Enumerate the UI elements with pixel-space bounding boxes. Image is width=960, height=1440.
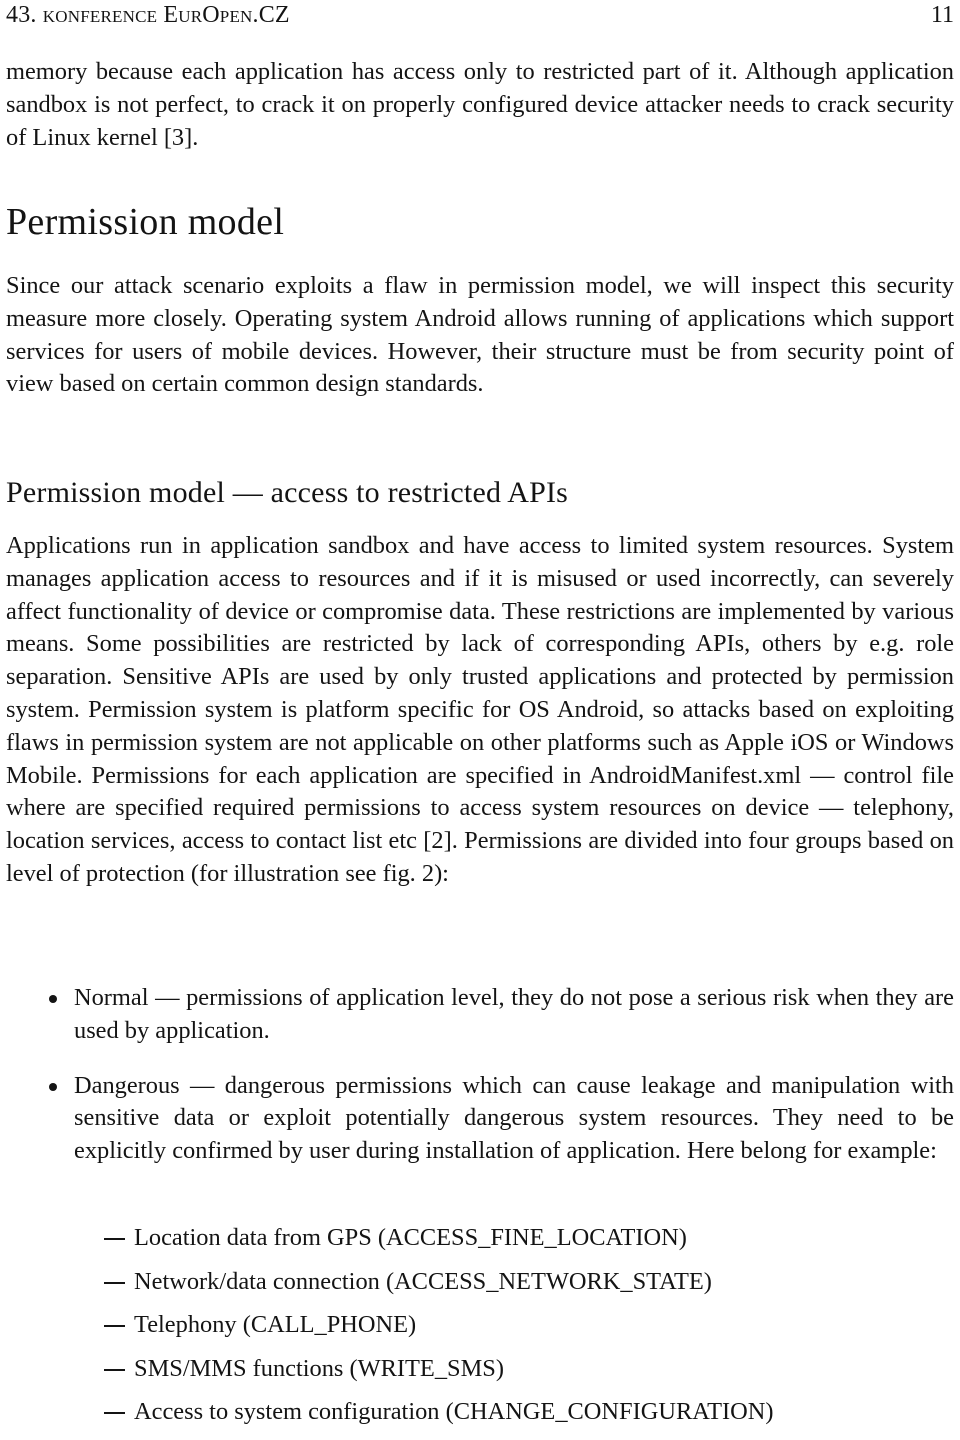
sublist-item-text: SMS/MMS functions (WRITE_SMS) [134,1354,504,1382]
bullet-icon [49,995,57,1003]
section-heading-permission-model: Permission model [6,201,285,243]
permission-groups-list: Normal — permissions of application leve… [6,982,954,1190]
restricted-apis-paragraph: Applications run in application sandbox … [6,532,954,887]
dash-icon [104,1368,125,1371]
conference-name: 43. konference EurOpen.CZ [6,2,290,28]
bullet-icon [49,1082,57,1091]
dash-icon [104,1412,125,1414]
sublist-item: Access to system configuration (CHANGE_C… [6,1396,954,1440]
list-item-text: Normal — permissions of application leve… [74,984,954,1044]
dash-icon [104,1281,125,1284]
sublist-item-text: Telephony (CALL_PHONE) [134,1311,417,1338]
sublist-item-text: Location data from GPS (ACCESS_FINE_LOCA… [134,1224,687,1251]
permission-model-paragraph: Since our attack scenario exploits a fla… [6,272,954,398]
running-header: 43. konference EurOpen.CZ 11 [6,0,954,30]
intro-paragraph: memory because each application has acce… [6,58,954,151]
sublist-item-text: Access to system configuration (CHANGE_C… [134,1398,774,1425]
subsection-heading-restricted-apis: Permission model — access to restricted … [6,476,569,509]
list-item-text: Dangerous — dangerous permissions which … [74,1071,954,1165]
dangerous-examples-list: Location data from GPS (ACCESS_FINE_LOCA… [6,1222,954,1440]
sublist-item: Telephony (CALL_PHONE) [6,1309,954,1353]
dash-icon [104,1325,125,1327]
dash-icon [104,1238,125,1240]
sublist-item: SMS/MMS functions (WRITE_SMS) [6,1353,954,1397]
page-number: 11 [930,2,954,28]
sublist-item-text: Network/data connection (ACCESS_NETWORK_… [134,1267,712,1295]
sublist-item: Network/data connection (ACCESS_NETWORK_… [6,1266,954,1310]
list-item-normal: Normal — permissions of application leve… [6,982,954,1048]
sublist-item: Location data from GPS (ACCESS_FINE_LOCA… [6,1222,954,1266]
list-item-dangerous: Dangerous — dangerous permissions which … [6,1070,954,1168]
